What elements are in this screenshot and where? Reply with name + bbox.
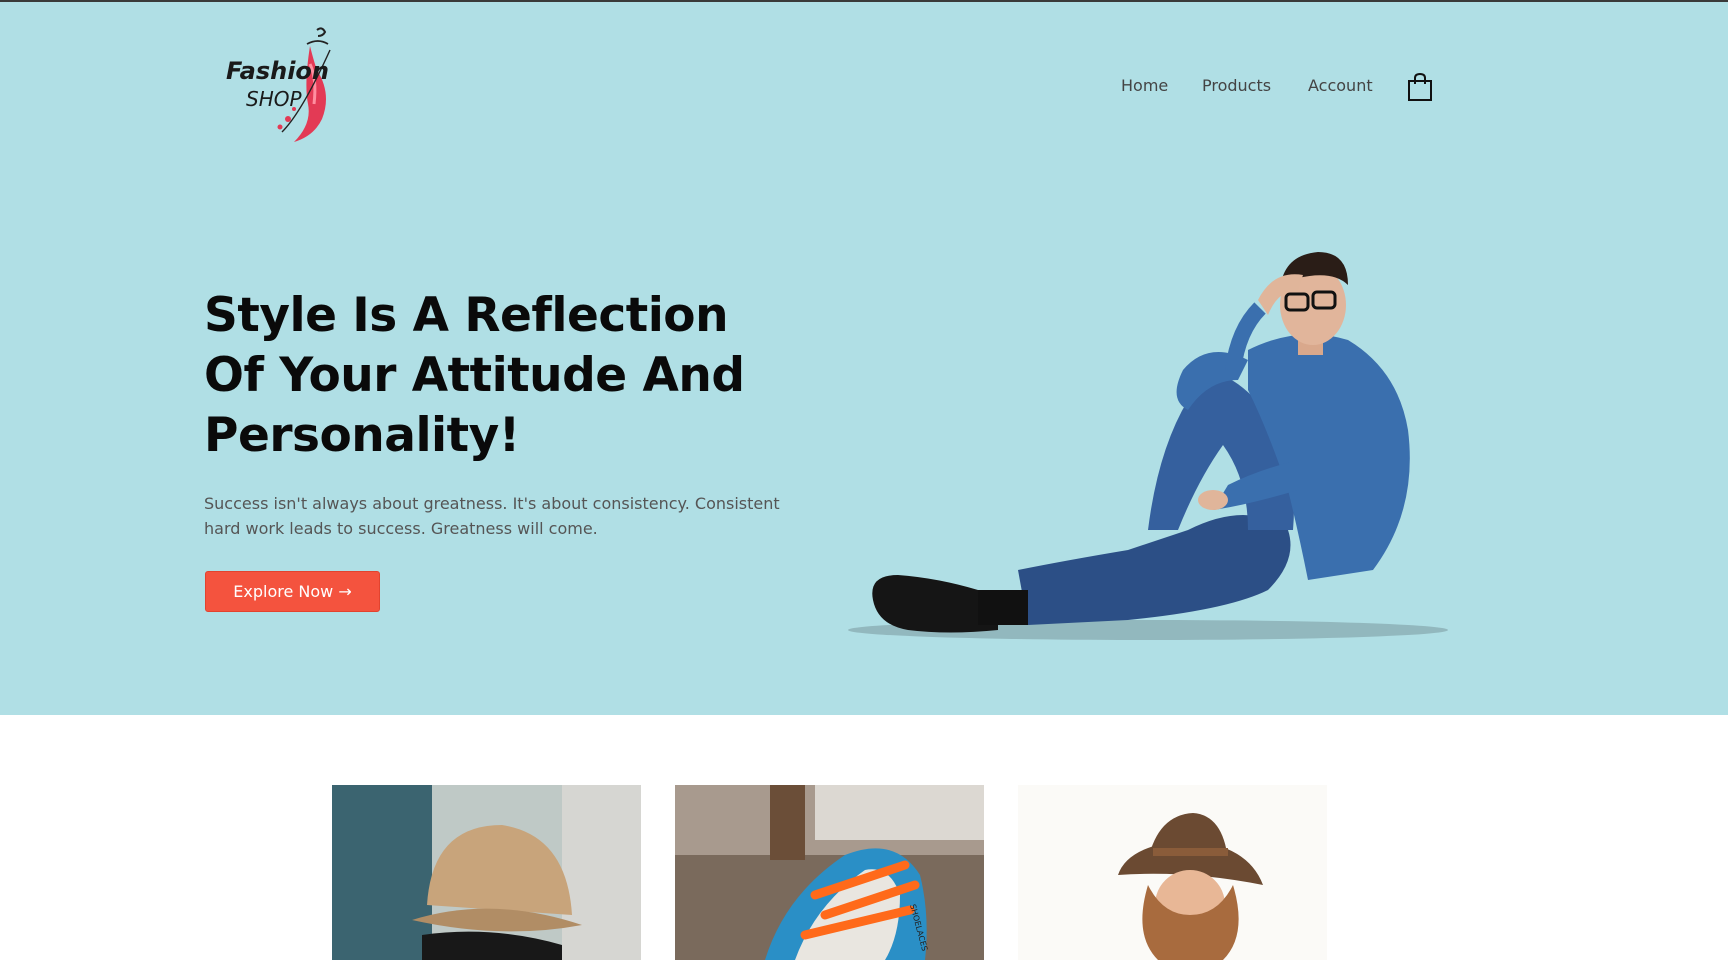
nav-link-account[interactable]: Account [1308,76,1373,95]
product-card-sneakers[interactable]: SHOELACES [675,785,984,960]
product-card-bucket-hat[interactable] [332,785,641,960]
hero-section: Fashion SHOP Home Products Account Style… [0,2,1728,715]
hero-headline-line1: Style Is A Reflection [204,288,729,343]
nav-link-products[interactable]: Products [1202,76,1271,95]
hero-model-image [828,230,1468,660]
hero-headline-line3: Personality! [204,408,520,463]
hero-subtext: Success isn't always about greatness. It… [204,494,780,538]
shopping-bag-icon[interactable] [1406,72,1434,102]
sneakers-photo: SHOELACES [675,785,984,960]
explore-now-button[interactable]: Explore Now → [205,571,380,612]
bucket-hat-photo [332,785,641,960]
hero-headline-line2: Of Your Attitude And [204,348,745,403]
main-nav: Home Products Account [0,72,1728,102]
product-card-fedora[interactable] [1018,785,1327,960]
fedora-hat-woman-photo [1018,785,1327,960]
nav-link-home[interactable]: Home [1121,76,1168,95]
hero-headline: Style Is A Reflection Of Your Attitude A… [204,286,824,466]
